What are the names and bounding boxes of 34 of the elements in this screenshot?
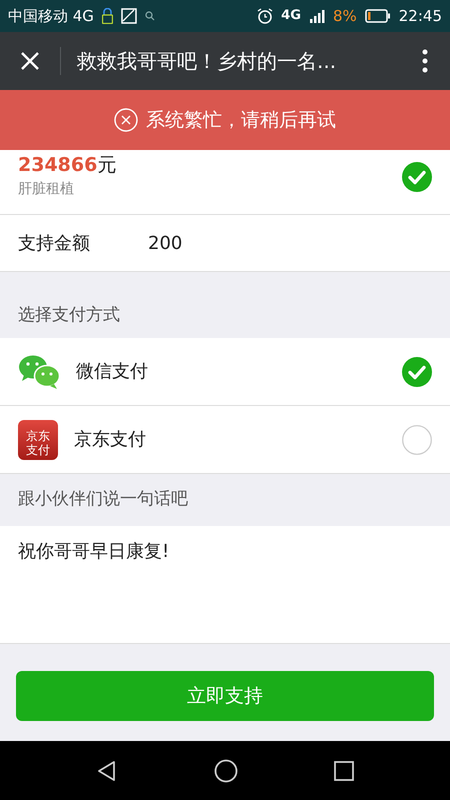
amount-label: 支持金额 (18, 232, 91, 256)
battery-percent: 8% (332, 6, 357, 27)
close-icon (20, 51, 40, 71)
section-heading: 跟小伙伴们说一句话吧 (18, 488, 188, 512)
payment-option[interactable]: 微信支付 (0, 338, 450, 406)
message-field[interactable]: 祝你哥哥早日康复! (0, 526, 450, 644)
home-icon[interactable] (214, 759, 238, 783)
menu-icon (422, 49, 428, 73)
image-icon (120, 8, 137, 24)
payment-name: 微信支付 (76, 360, 149, 384)
error-message: 系统繁忙，请稍后再试 (146, 108, 336, 133)
checked-radio[interactable] (402, 162, 432, 192)
lock-icon (102, 8, 113, 24)
back-icon[interactable] (96, 760, 118, 782)
carrier-name: 中国移动 4G (8, 6, 94, 27)
search-icon (144, 11, 155, 21)
signal-icon (308, 8, 325, 24)
project-description: 肝脏租植 (18, 180, 75, 199)
jd-pay-logo: 京东 支付 (18, 420, 58, 460)
battery-icon (364, 9, 391, 23)
payment-option[interactable]: 京东 支付 京东支付 (0, 406, 450, 474)
section-heading: 选择支付方式 (18, 304, 120, 326)
radio-button[interactable] (402, 424, 432, 454)
chat-bubbles-icon (18, 354, 60, 390)
alarm-icon (257, 8, 274, 24)
network-label: 4G (281, 7, 301, 26)
checked-radio[interactable] (402, 356, 432, 386)
amount-text: 234866元 (18, 152, 116, 178)
recents-icon[interactable] (334, 761, 354, 781)
page-title: 救救我哥哥吧！乡村的一名... (76, 48, 338, 75)
payment-name: 京东支付 (74, 428, 147, 452)
error-icon (114, 108, 138, 132)
clock-time: 22:45 (398, 6, 442, 27)
amount-value: 200 (148, 232, 182, 256)
